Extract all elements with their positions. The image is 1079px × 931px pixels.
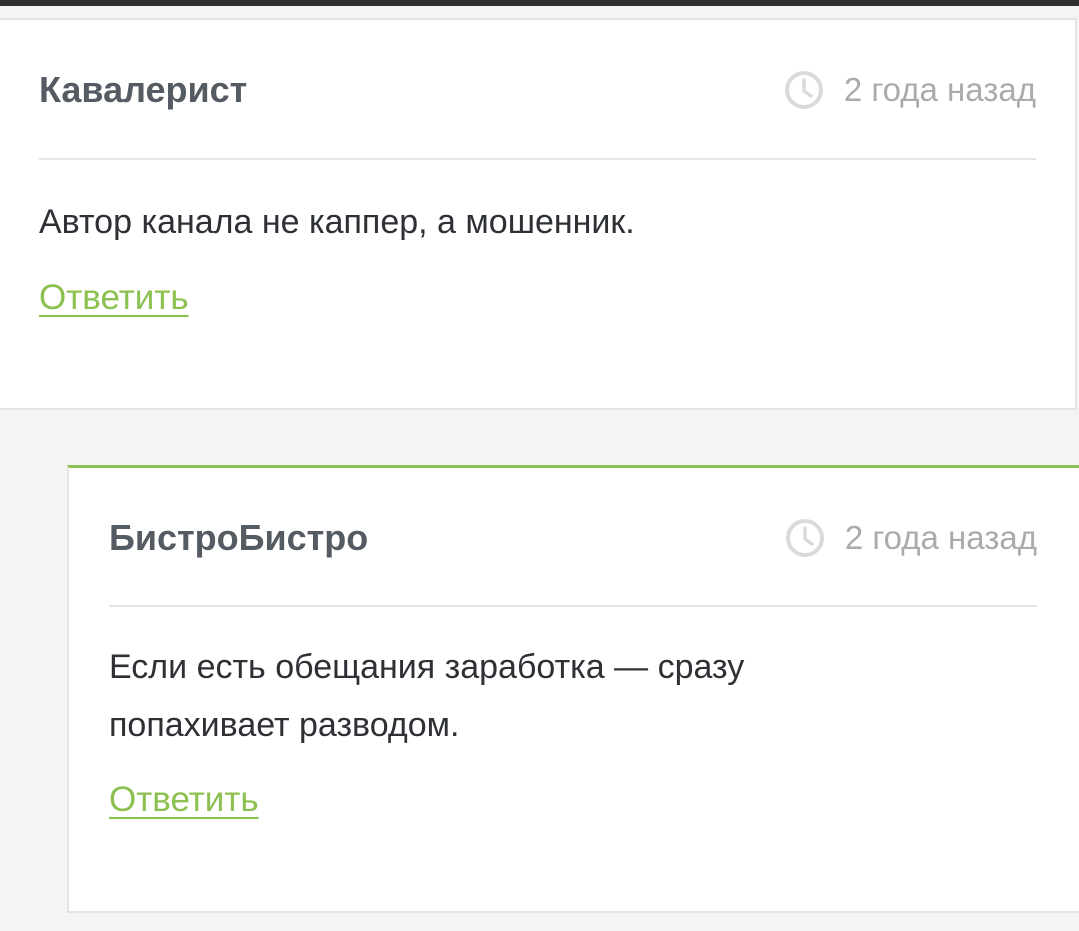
top-bar [0, 0, 1079, 6]
comment-card: Кавалерист 2 года назад Автор канала не … [0, 18, 1077, 410]
clock-icon [784, 71, 823, 109]
comment-divider [39, 158, 1036, 160]
reply-link[interactable]: Ответить [39, 278, 189, 318]
comment-card-reply: БистроБистро 2 года назад Если есть обещ… [67, 465, 1079, 913]
comment-time-text: 2 года назад [843, 71, 1036, 108]
comment-header: БистроБистро 2 года назад [109, 508, 1037, 568]
reply-link[interactable]: Ответить [109, 780, 259, 820]
comment-text: Если есть обещания заработка — сразу поп… [109, 648, 745, 744]
comment-text: Автор канала не каппер, а мошенник. [39, 203, 635, 241]
comment-timestamp: 2 года назад [784, 60, 1036, 120]
comment-header: Кавалерист 2 года назад [39, 60, 1036, 120]
clock-icon [785, 519, 824, 557]
comment-time-text: 2 года назад [844, 519, 1037, 556]
comment-author[interactable]: Кавалерист [39, 60, 247, 120]
comment-divider [109, 605, 1037, 607]
comment-author[interactable]: БистроБистро [109, 508, 368, 568]
comment-timestamp: 2 года назад [785, 508, 1037, 568]
